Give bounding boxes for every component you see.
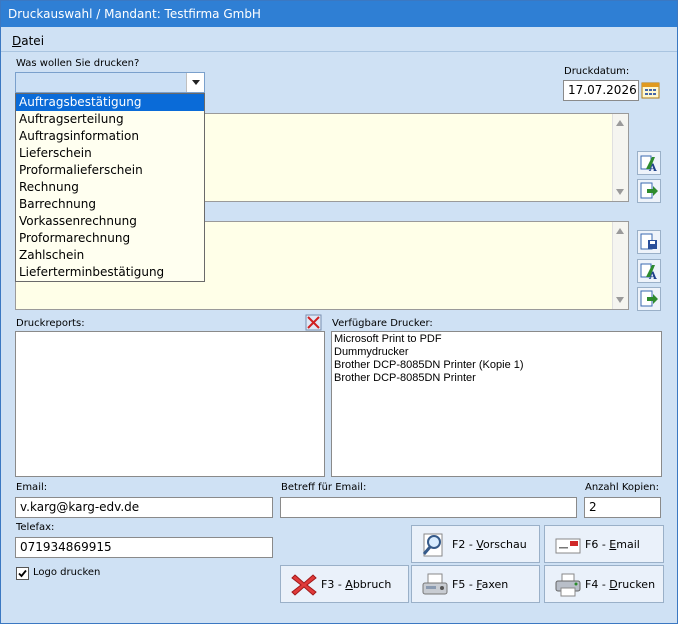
- dropdown-option[interactable]: Rechnung: [16, 179, 204, 196]
- menu-datei[interactable]: Datei: [12, 34, 44, 48]
- print-date-label: Druckdatum:: [564, 66, 630, 77]
- menu-divider: [1, 51, 677, 52]
- edit-text-icon[interactable]: A: [637, 151, 661, 175]
- printers-list[interactable]: Microsoft Print to PDF Dummydrucker Brot…: [331, 331, 662, 477]
- cancel-x-icon: [291, 574, 317, 596]
- edit-text-icon[interactable]: A: [637, 259, 661, 283]
- copies-label: Anzahl Kopien:: [585, 482, 660, 493]
- printers-label: Verfügbare Drucker:: [332, 318, 433, 329]
- list-item[interactable]: Brother DCP-8085DN Printer: [332, 372, 661, 385]
- magnifier-icon: [422, 533, 443, 557]
- dropdown-option[interactable]: Zahlschein: [16, 247, 204, 264]
- dropdown-option[interactable]: Lieferschein: [16, 145, 204, 162]
- dropdown-option[interactable]: Vorkassenrechnung: [16, 213, 204, 230]
- print-button-label: F4 - Drucken: [585, 578, 656, 591]
- copies-field[interactable]: 2: [584, 497, 661, 518]
- dropdown-option[interactable]: Proformarechnung: [16, 230, 204, 247]
- chevron-down-icon[interactable]: [186, 73, 204, 92]
- dropdown-option[interactable]: Auftragsinformation: [16, 128, 204, 145]
- fax-button[interactable]: F5 - Faxen: [411, 565, 540, 603]
- insert-arrow-icon[interactable]: [637, 287, 661, 311]
- cancel-button-label: F3 - Abbruch: [321, 578, 392, 591]
- dropdown-option[interactable]: Lieferterminbestätigung: [16, 264, 204, 281]
- checkmark-icon: [18, 569, 27, 578]
- dropdown-option[interactable]: Proformalieferschein: [16, 162, 204, 179]
- title-bar[interactable]: Druckauswahl / Mandant: Testfirma GmbH: [1, 1, 677, 27]
- list-item[interactable]: Dummydrucker: [332, 346, 661, 359]
- fax-button-label: F5 - Faxen: [452, 578, 509, 591]
- menu-bar: Datei: [1, 31, 677, 51]
- scrollbar[interactable]: [612, 222, 628, 309]
- save-text-icon[interactable]: [637, 230, 661, 254]
- subject-label: Betreff für Email:: [281, 482, 367, 493]
- svg-text:A: A: [648, 163, 657, 174]
- print-date-field[interactable]: 17.07.2026: [563, 80, 639, 101]
- list-item[interactable]: Microsoft Print to PDF: [332, 333, 661, 346]
- window-title: Druckauswahl / Mandant: Testfirma GmbH: [8, 7, 261, 21]
- scrollbar[interactable]: [612, 114, 628, 201]
- insert-arrow-icon[interactable]: [637, 179, 661, 203]
- dropdown-option[interactable]: Barrechnung: [16, 196, 204, 213]
- dropdown-option[interactable]: Auftragsbestätigung: [16, 94, 204, 111]
- subject-field[interactable]: [280, 497, 577, 518]
- print-what-combobox[interactable]: [15, 72, 205, 93]
- email-label: Email:: [16, 482, 48, 493]
- email-field[interactable]: v.karg@karg-edv.de: [15, 497, 273, 518]
- preview-button[interactable]: F2 - Vorschau: [411, 525, 540, 563]
- envelope-icon: [555, 538, 581, 554]
- svg-text:A: A: [648, 271, 657, 282]
- logo-checkbox[interactable]: [16, 567, 29, 580]
- print-what-label: Was wollen Sie drucken?: [16, 58, 140, 69]
- printer-icon: [555, 573, 581, 597]
- calendar-icon[interactable]: [641, 81, 660, 100]
- fax-label: Telefax:: [16, 522, 55, 533]
- preview-button-label: F2 - Vorschau: [452, 538, 527, 551]
- reports-label: Druckreports:: [16, 318, 85, 329]
- dropdown-option[interactable]: Auftragserteilung: [16, 111, 204, 128]
- cancel-button[interactable]: F3 - Abbruch: [280, 565, 409, 603]
- print-dialog-window: Druckauswahl / Mandant: Testfirma GmbH D…: [0, 0, 678, 624]
- fax-field[interactable]: 071934869915: [15, 537, 273, 558]
- list-item[interactable]: Brother DCP-8085DN Printer (Kopie 1): [332, 359, 661, 372]
- reports-list[interactable]: [15, 331, 325, 477]
- email-button-label: F6 - Email: [585, 538, 640, 551]
- print-button[interactable]: F4 - Drucken: [544, 565, 664, 603]
- clear-reports-icon[interactable]: [305, 314, 322, 331]
- email-button[interactable]: F6 - Email: [544, 525, 664, 563]
- logo-label: Logo drucken: [33, 567, 101, 578]
- print-what-dropdown[interactable]: Auftragsbestätigung Auftragserteilung Au…: [15, 93, 205, 282]
- fax-icon: [422, 573, 448, 595]
